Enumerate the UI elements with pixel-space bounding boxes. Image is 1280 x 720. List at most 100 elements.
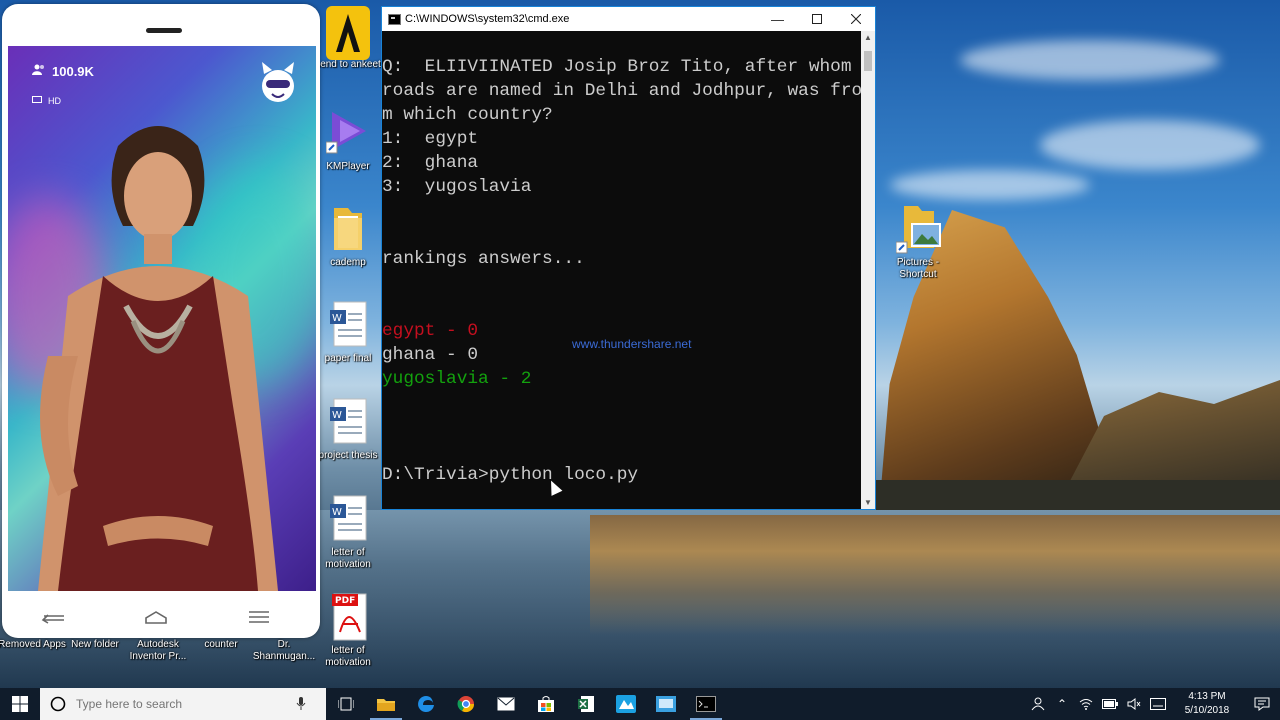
cmd-scrollbar[interactable]: ▲ ▼ [861, 31, 875, 509]
store-icon [538, 696, 554, 712]
desktop-icon[interactable]: Removed Apps [0, 636, 67, 651]
desktop-icon-label: KMPlayer [326, 161, 370, 172]
cmd-taskbar-button[interactable] [686, 688, 726, 720]
desktop-icon-label: send to ankeet [315, 59, 381, 70]
close-button[interactable] [836, 7, 875, 31]
desktop-icon-label: counter [204, 639, 238, 650]
console-line: D:\Trivia>python loco.py [382, 465, 639, 485]
microphone-icon[interactable] [296, 697, 306, 711]
network-button[interactable] [1074, 688, 1098, 720]
desktop-icon[interactable]: Autodesk Inventor Pr... [123, 636, 193, 663]
console-line: 2: ghana [382, 153, 479, 173]
console-line: m which country? [382, 105, 553, 125]
taskbar-app-button[interactable] [606, 688, 646, 720]
console-line: 1: egypt [382, 129, 479, 149]
viewer-count: 100.9K [32, 64, 94, 79]
windows-logo-icon [12, 696, 28, 712]
excel-icon [578, 696, 594, 712]
cmd-console-output[interactable]: Q: ELIIVIINATED Josip Broz Tito, after w… [382, 31, 862, 509]
desktop-icon[interactable]: W paper final [313, 300, 383, 365]
excel-button[interactable] [566, 688, 606, 720]
battery-button[interactable] [1098, 688, 1122, 720]
desktop-icon-label: Pictures - Shortcut [896, 257, 940, 280]
desktop-icon[interactable]: W letter of motivation [313, 494, 383, 571]
scroll-up-icon[interactable]: ▲ [861, 33, 875, 42]
scroll-thumb[interactable] [864, 51, 872, 71]
taskbar-search[interactable] [40, 688, 326, 720]
desktop-icon[interactable]: Dr. Shanmugan... [249, 636, 319, 663]
file-explorer-icon [377, 699, 395, 711]
desktop-icon[interactable]: send to ankeet [313, 6, 383, 71]
back-button[interactable] [33, 602, 73, 632]
svg-text:W: W [332, 507, 342, 518]
maximize-button[interactable] [797, 7, 836, 31]
edge-button[interactable] [406, 688, 446, 720]
cloud [1040, 120, 1260, 170]
menu-button[interactable] [239, 602, 279, 632]
svg-text:W: W [332, 313, 342, 324]
desktop-icon[interactable]: Pictures - Shortcut [883, 204, 953, 281]
desktop-icon[interactable]: KMPlayer [313, 108, 383, 173]
notification-icon [1254, 697, 1270, 711]
desktop-icon-label: letter of motivation [325, 645, 371, 668]
console-line: 3: yugoslavia [382, 177, 532, 197]
show-hidden-icons-button[interactable]: ⌃ [1050, 688, 1074, 720]
desktop-icon[interactable]: New folder [60, 636, 130, 651]
hd-label: HD [48, 96, 61, 106]
chrome-button[interactable] [446, 688, 486, 720]
svg-text:PDF: PDF [335, 596, 355, 606]
action-center-button[interactable] [1244, 697, 1280, 711]
desktop-icon-label: New folder [71, 639, 119, 650]
desktop-icon-label: cademp [330, 257, 366, 268]
task-view-button[interactable] [326, 688, 366, 720]
keyboard-button[interactable] [1146, 688, 1170, 720]
viewers-icon [32, 64, 46, 79]
cmd-window[interactable]: C:\WINDOWS\system32\cmd.exe — Q: ELIIVII… [381, 6, 876, 510]
svg-text:W: W [332, 410, 342, 421]
app-icon [656, 696, 676, 712]
phone-mirror-window: 100.9K HD [2, 4, 320, 638]
cmd-icon [388, 13, 401, 25]
desktop-icon[interactable]: counter [186, 636, 256, 651]
menu-icon [248, 611, 269, 623]
console-line: Q: ELIIVIINATED Josip Broz Tito, after w… [382, 57, 852, 77]
people-button[interactable] [1026, 688, 1050, 720]
mail-icon [497, 697, 515, 711]
desktop-icon-label: Removed Apps [0, 639, 66, 650]
word-doc-icon: W [326, 397, 370, 447]
watermark-text: www.thundershare.net [572, 337, 692, 351]
search-input[interactable] [76, 697, 286, 711]
people-icon [1031, 697, 1045, 711]
mail-button[interactable] [486, 688, 526, 720]
store-button[interactable] [526, 688, 566, 720]
phone-speaker [146, 28, 182, 33]
phone-screen[interactable]: 100.9K HD [8, 46, 316, 591]
console-line: rankings answers... [382, 249, 585, 269]
desktop-icon-label: letter of motivation [325, 547, 371, 570]
desktop-icon[interactable]: W project thesis [313, 397, 383, 462]
phone-nav-bar [2, 596, 310, 638]
minimize-button[interactable]: — [758, 7, 797, 31]
start-button[interactable] [0, 688, 40, 720]
presenter-video [38, 126, 278, 591]
hd-badge[interactable]: HD [32, 96, 61, 106]
cortana-icon [50, 696, 66, 712]
home-button[interactable] [136, 602, 176, 632]
taskbar-app-button[interactable] [646, 688, 686, 720]
desktop-icon[interactable]: cademp [313, 204, 383, 269]
word-doc-icon: W [326, 494, 370, 544]
taskbar-clock[interactable]: 4:13 PM 5/10/2018 [1170, 690, 1244, 718]
volume-button[interactable] [1122, 688, 1146, 720]
word-doc-icon: W [326, 300, 370, 350]
scroll-down-icon[interactable]: ▼ [861, 498, 875, 507]
clock-date: 5/10/2018 [1184, 705, 1230, 716]
desktop-icon[interactable]: PDF letter of motivation [313, 592, 383, 669]
keyboard-icon [1150, 698, 1166, 710]
cmd-titlebar[interactable]: C:\WINDOWS\system32\cmd.exe — [382, 7, 875, 31]
task-view-icon [338, 697, 354, 711]
file-explorer-button[interactable] [366, 688, 406, 720]
app-icon [326, 6, 370, 60]
desktop-icon-label: Dr. Shanmugan... [252, 639, 316, 662]
